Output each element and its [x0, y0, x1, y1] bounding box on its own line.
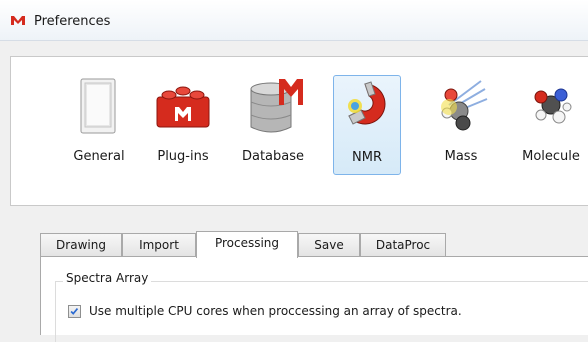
toolbar-item-label: Mass	[444, 149, 478, 164]
multi-cpu-checkbox[interactable]	[68, 305, 81, 318]
toolbar-item-label: General	[73, 149, 125, 164]
toolbar-item-label: Database	[241, 149, 305, 164]
tab-drawing[interactable]: Drawing	[40, 233, 122, 257]
toolbar-item-label: Molecule	[522, 149, 580, 164]
app-logo-icon	[11, 16, 25, 25]
toolbar-item-label: Plug-ins	[157, 149, 209, 164]
processing-tab-panel: Spectra Array Use multiple CPU cores whe…	[40, 256, 588, 342]
database-icon	[250, 79, 303, 133]
toolbar-item-general[interactable]: General	[63, 75, 135, 173]
window-title: Preferences	[34, 14, 111, 29]
nmr-magnet-icon	[348, 81, 386, 125]
toolbar-item-label: NMR	[352, 150, 382, 165]
molecule-icon	[534, 88, 572, 124]
toolbar-item-nmr[interactable]: NMR	[333, 75, 401, 175]
toolbar-item-mass[interactable]: Mass	[423, 75, 499, 173]
title-bar: Preferences	[0, 0, 588, 41]
tab-save[interactable]: Save	[298, 233, 360, 257]
tab-processing[interactable]: Processing	[196, 231, 298, 258]
group-title: Spectra Array	[63, 271, 152, 285]
plugins-icon	[156, 86, 210, 128]
tab-dataproc[interactable]: DataProc	[360, 233, 446, 257]
mass-spec-icon	[441, 80, 488, 131]
multi-cpu-checkbox-label[interactable]: Use multiple CPU cores when proccessing …	[89, 304, 462, 318]
toolbar-item-database[interactable]: Database	[233, 75, 313, 173]
checkmark-icon	[70, 307, 79, 315]
tab-import[interactable]: Import	[122, 233, 196, 257]
preferences-category-toolbar: General Plug-ins Database NMR Mass Molec…	[10, 56, 588, 206]
toolbar-item-plugins[interactable]: Plug-ins	[143, 75, 223, 173]
toolbar-item-molecule[interactable]: Molecule	[513, 75, 588, 173]
general-icon	[80, 78, 116, 134]
